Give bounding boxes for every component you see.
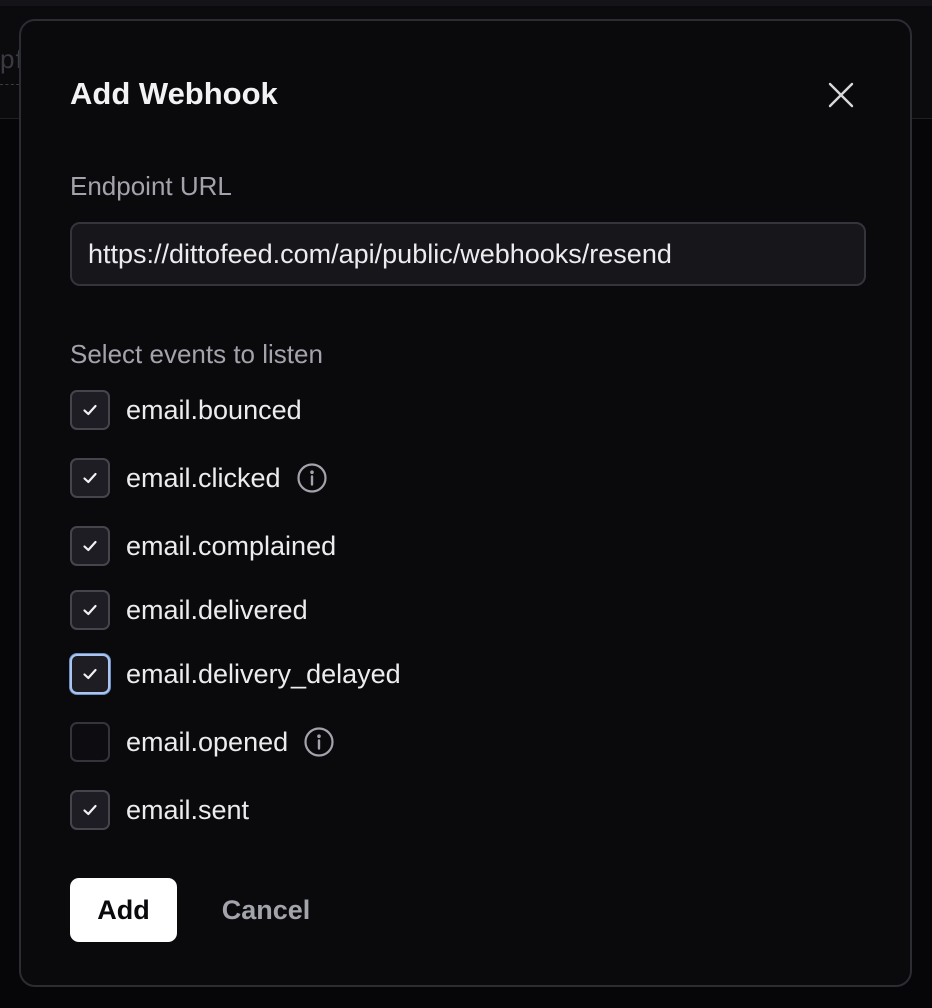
backdrop-top-strip: [0, 0, 932, 6]
checkmark-icon: [83, 604, 97, 616]
event-label: email.clicked: [126, 463, 281, 493]
event-option-email-bounced[interactable]: email.bounced: [70, 390, 302, 430]
endpoint-url-label: Endpoint URL: [70, 171, 232, 201]
events-section-label: Select events to listen: [70, 339, 323, 369]
info-icon: [296, 463, 327, 493]
checkmark-icon: [83, 668, 97, 680]
event-option-email-delivered[interactable]: email.delivered: [70, 590, 308, 630]
event-label: email.sent: [126, 795, 250, 825]
info-icon-button[interactable]: [302, 725, 336, 759]
event-checkbox[interactable]: [70, 526, 110, 566]
checkmark-icon: [83, 540, 97, 552]
event-checkbox[interactable]: [70, 654, 110, 694]
checkmark-icon: [83, 804, 97, 816]
event-option-email-opened[interactable]: email.opened: [70, 722, 336, 762]
checkmark-icon: [83, 472, 97, 484]
event-label: email.delivered: [126, 595, 308, 625]
add-webhook-dialog: Add Webhook Endpoint URL Select events t…: [19, 19, 912, 987]
dialog-title: Add Webhook: [70, 76, 278, 111]
event-option-email-sent[interactable]: email.sent: [70, 790, 249, 830]
close-icon: [828, 82, 854, 108]
event-option-email-clicked[interactable]: email.clicked: [70, 458, 329, 498]
endpoint-url-input[interactable]: [70, 222, 866, 286]
event-option-email-delivery-delayed[interactable]: email.delivery_delayed: [70, 654, 401, 694]
info-icon-button[interactable]: [295, 461, 329, 495]
event-checkbox[interactable]: [70, 390, 110, 430]
event-checkbox[interactable]: [70, 590, 110, 630]
event-label: email.opened: [126, 727, 289, 757]
event-label: email.delivery_delayed: [126, 659, 401, 689]
event-label: email.complained: [126, 531, 337, 561]
event-checkbox[interactable]: [70, 790, 110, 830]
event-checkbox[interactable]: [70, 722, 110, 762]
add-button[interactable]: Add: [70, 878, 177, 942]
info-icon: [304, 727, 334, 757]
checkmark-icon: [83, 404, 97, 416]
close-button[interactable]: [821, 75, 861, 115]
event-option-email-complained[interactable]: email.complained: [70, 526, 336, 566]
cancel-button[interactable]: Cancel: [201, 878, 331, 942]
event-checkbox[interactable]: [70, 458, 110, 498]
event-label: email.bounced: [126, 395, 302, 425]
